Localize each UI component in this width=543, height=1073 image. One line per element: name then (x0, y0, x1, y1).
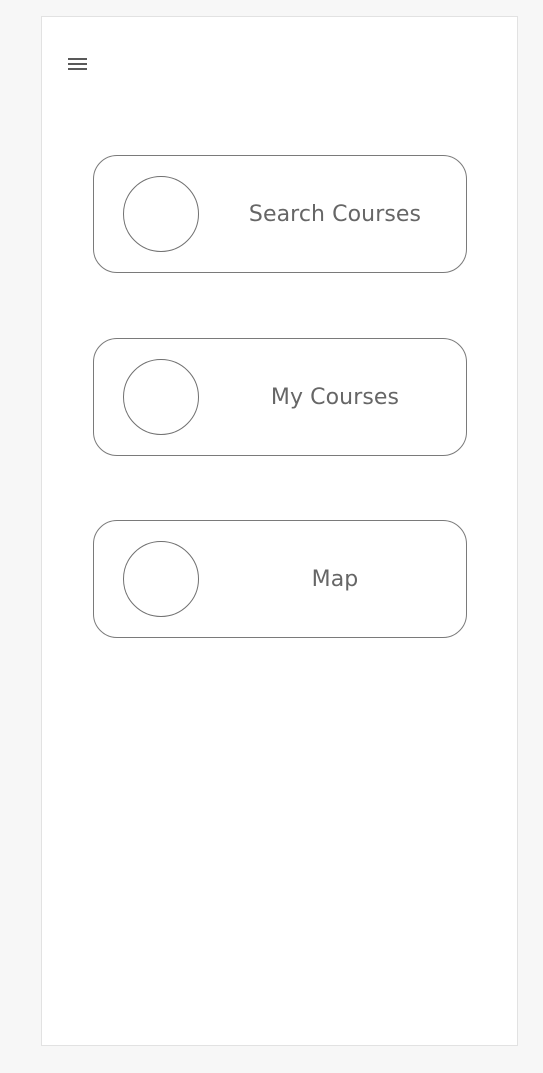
my-courses-button[interactable]: My Courses (93, 338, 467, 456)
circle-placeholder-icon (123, 359, 199, 435)
menu-bar (68, 58, 87, 60)
circle-placeholder-icon (123, 176, 199, 252)
menu-bar (68, 68, 87, 70)
my-courses-label: My Courses (270, 384, 400, 410)
search-courses-label: Search Courses (248, 201, 422, 227)
map-button[interactable]: Map (93, 520, 467, 638)
app-screen: Search Courses My Courses Map (41, 16, 518, 1046)
circle-placeholder-icon (123, 541, 199, 617)
map-label: Map (311, 566, 359, 592)
search-courses-button[interactable]: Search Courses (93, 155, 467, 273)
menu-bar (68, 63, 87, 65)
hamburger-menu-icon[interactable] (67, 56, 89, 72)
